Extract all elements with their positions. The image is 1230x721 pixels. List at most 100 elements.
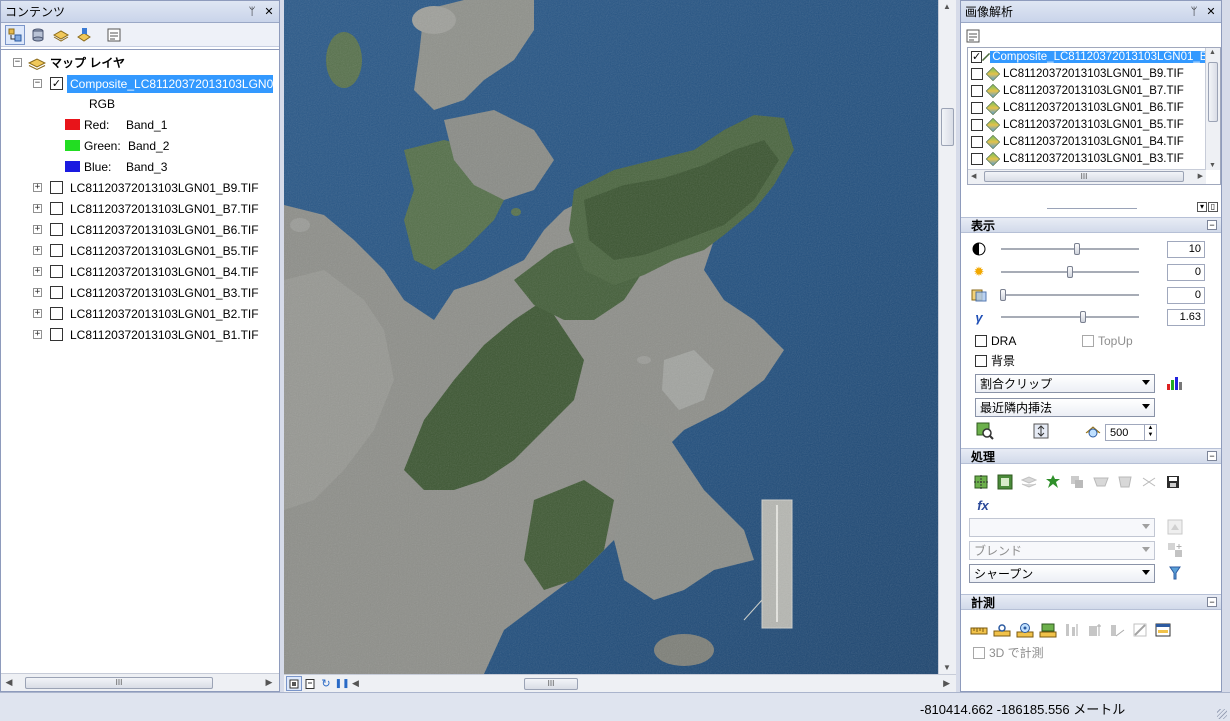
collapse-icon[interactable]: − <box>13 58 22 67</box>
scroll-up-icon[interactable]: ▲ <box>943 2 951 11</box>
analysis-layer-label[interactable]: LC81120372013103LGN01_B9.TIF <box>1003 68 1184 80</box>
spin-up-icon[interactable]: ▲ <box>1145 425 1156 432</box>
expand-icon[interactable]: + <box>33 204 42 213</box>
measure-results-icon[interactable] <box>1153 620 1173 640</box>
list-vertical-scrollbar[interactable]: ▲ ▼ <box>1205 48 1220 170</box>
blend-dropdown[interactable]: ブレンド <box>969 541 1155 560</box>
scroll-left-icon[interactable]: ◀ <box>1 677 17 688</box>
expand-icon[interactable]: + <box>33 183 42 192</box>
expand-all-icon[interactable]: ▯ <box>1208 202 1218 212</box>
layer-label[interactable]: LC81120372013103LGN01_B9.TIF <box>70 181 259 195</box>
expand-icon[interactable]: + <box>33 267 42 276</box>
analysis-layer-checkbox[interactable] <box>971 135 983 148</box>
measure-section-header[interactable]: 計測 − <box>961 594 1221 610</box>
collapse-icon[interactable]: − <box>1207 451 1217 461</box>
band-layer-row[interactable]: + LC81120372013103LGN01_B5.TIF <box>33 240 259 261</box>
blue-swatch[interactable] <box>65 161 80 172</box>
measure-3d-checkbox-row[interactable]: 3D で計測 <box>973 644 1044 661</box>
expand-icon[interactable]: + <box>33 288 42 297</box>
expand-icon[interactable]: + <box>33 246 42 255</box>
pansharpen-icon[interactable] <box>1115 472 1135 492</box>
pause-drawing-icon[interactable]: ❚❚ <box>334 676 350 691</box>
analysis-layer-checkbox[interactable] <box>971 67 983 80</box>
scroll-down-icon[interactable]: ▼ <box>1209 162 1216 169</box>
analysis-layer-item[interactable]: ✓ Composite_LC81120372013103LGN01_B <box>968 48 1210 65</box>
layer-label[interactable]: LC81120372013103LGN01_B2.TIF <box>70 307 259 321</box>
analysis-layer-checkbox[interactable] <box>971 118 983 131</box>
band-layer-row[interactable]: + LC81120372013103LGN01_B2.TIF <box>33 303 259 324</box>
measure-area-icon[interactable] <box>1038 620 1058 640</box>
layer-label[interactable]: LC81120372013103LGN01_B7.TIF <box>70 202 259 216</box>
scroll-thumb[interactable]: III <box>984 171 1184 182</box>
collapse-icon[interactable]: − <box>1207 597 1217 607</box>
layer-label[interactable]: LC81120372013103LGN01_B1.TIF <box>70 328 259 342</box>
list-by-selection-icon[interactable] <box>74 25 94 45</box>
ndvi-icon[interactable] <box>1043 472 1063 492</box>
export-icon[interactable] <box>1163 472 1183 492</box>
scroll-up-icon[interactable]: ▲ <box>1209 49 1216 56</box>
expand-icon[interactable]: + <box>33 330 42 339</box>
transparency-slider-track[interactable] <box>1001 294 1139 296</box>
layer-label[interactable]: LC81120372013103LGN01_B6.TIF <box>70 223 259 237</box>
band-layer-row[interactable]: + LC81120372013103LGN01_B9.TIF <box>33 177 259 198</box>
analysis-layer-item[interactable]: LC81120372013103LGN01_B5.TIF <box>968 116 1206 133</box>
list-by-drawing-order-icon[interactable] <box>5 24 25 45</box>
scroll-right-icon[interactable]: ▶ <box>261 677 277 688</box>
gamma-value[interactable]: 1.63 <box>1167 308 1205 326</box>
transparency-slider-thumb[interactable] <box>1000 289 1006 301</box>
shaded-relief-icon[interactable] <box>1067 472 1087 492</box>
composite-layer-label[interactable]: Composite_LC81120372013103LGN01 <box>67 74 273 93</box>
background-checkbox-row[interactable]: 背景 <box>975 352 1015 369</box>
display-section-header[interactable]: 表示 − <box>961 217 1221 233</box>
reproject-icon[interactable] <box>1139 472 1159 492</box>
measure-distance-icon[interactable] <box>969 620 989 640</box>
analysis-layer-label[interactable]: LC81120372013103LGN01_B6.TIF <box>1003 102 1184 114</box>
close-icon[interactable]: ✕ <box>1204 5 1218 19</box>
dra-checkbox-row[interactable]: DRA <box>975 334 1016 348</box>
red-swatch[interactable] <box>65 119 80 130</box>
analysis-layer-label[interactable]: Composite_LC81120372013103LGN01_B <box>990 50 1210 63</box>
splitter[interactable] <box>1047 208 1137 209</box>
measure-height-icon[interactable] <box>1061 620 1081 640</box>
analysis-layer-checkbox[interactable] <box>971 152 983 165</box>
satellite-image[interactable] <box>284 0 938 674</box>
expand-icon[interactable]: + <box>33 309 42 318</box>
analysis-layer-list[interactable]: ✓ Composite_LC81120372013103LGN01_B LC8112… <box>967 47 1221 185</box>
composite-layer[interactable]: − ✓ Composite_LC81120372013103LGN01 <box>33 73 273 94</box>
list-horizontal-scrollbar[interactable]: ◀ III ▶ <box>968 169 1206 184</box>
function-icon[interactable]: fx <box>973 495 993 515</box>
analysis-layer-item[interactable]: LC81120372013103LGN01_B4.TIF <box>968 133 1206 150</box>
scroll-thumb[interactable] <box>1208 62 1218 122</box>
analysis-layer-label[interactable]: LC81120372013103LGN01_B3.TIF <box>1003 153 1184 165</box>
refresh-icon[interactable]: ↻ <box>318 676 334 691</box>
transparency-value[interactable]: 0 <box>1167 286 1205 304</box>
measure-shadow-icon[interactable] <box>1107 620 1127 640</box>
layer-visibility-checkbox[interactable] <box>50 223 63 236</box>
blend-apply-icon[interactable] <box>1165 540 1185 560</box>
analysis-layer-label[interactable]: LC81120372013103LGN01_B5.TIF <box>1003 119 1184 131</box>
brightness-slider-thumb[interactable] <box>1067 266 1073 278</box>
gamma-slider-track[interactable] <box>1001 316 1139 318</box>
band-layer-row[interactable]: + LC81120372013103LGN01_B6.TIF <box>33 219 259 240</box>
scroll-thumb[interactable]: III <box>524 678 578 690</box>
map-layers-group[interactable]: − マップ レイヤ <box>13 52 125 73</box>
stretch-dropdown[interactable]: 割合クリップ <box>975 374 1155 393</box>
processing-function-dropdown[interactable] <box>969 518 1155 537</box>
layout-view-icon[interactable] <box>302 676 318 691</box>
brightness-value[interactable]: 0 <box>1167 263 1205 281</box>
mosaic-icon[interactable] <box>1019 472 1039 492</box>
magnifier-icon[interactable] <box>1083 421 1103 441</box>
apply-function-icon[interactable] <box>1165 517 1185 537</box>
scroll-right-icon[interactable]: ▶ <box>1198 172 1203 180</box>
collapse-all-icon[interactable]: ▾ <box>1197 202 1207 212</box>
pin-icon[interactable]: ᛘ <box>245 5 259 19</box>
mask-icon[interactable] <box>995 472 1015 492</box>
measure-point-icon[interactable] <box>992 620 1012 640</box>
analysis-layer-checkbox[interactable] <box>971 84 983 97</box>
pin-icon[interactable]: ᛘ <box>1187 5 1201 19</box>
layer-visibility-checkbox[interactable] <box>50 307 63 320</box>
layer-visibility-checkbox[interactable] <box>50 265 63 278</box>
band-layer-row[interactable]: + LC81120372013103LGN01_B1.TIF <box>33 324 259 345</box>
layer-visibility-checkbox[interactable] <box>50 286 63 299</box>
band-layer-row[interactable]: + LC81120372013103LGN01_B4.TIF <box>33 261 259 282</box>
